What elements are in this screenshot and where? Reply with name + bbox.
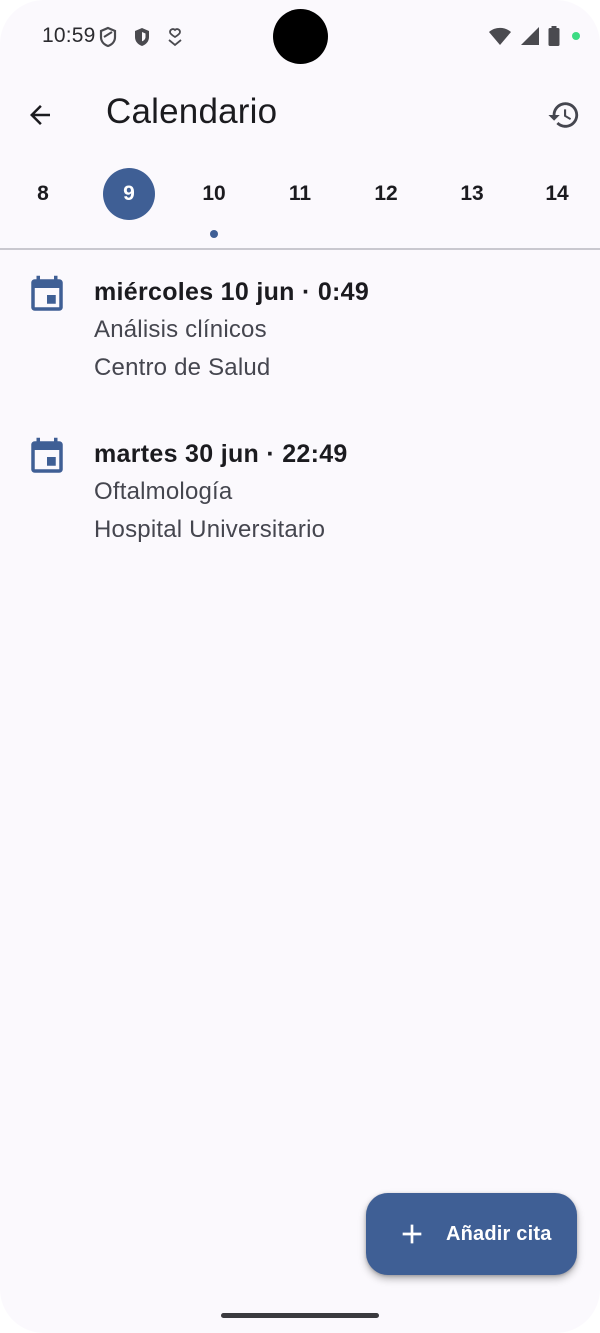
appointment-place: Centro de Salud <box>94 354 271 381</box>
status-bar: 10:59 <box>0 0 600 74</box>
day-label: 12 <box>374 182 398 205</box>
appointment-datetime: miércoles 10 jun · 0:49 <box>94 278 370 306</box>
appointment-item[interactable]: martes 30 jun · 22:49 Oftalmología Hospi… <box>0 424 600 586</box>
appointment-place: Hospital Universitario <box>94 516 326 543</box>
day-10[interactable]: 10 <box>188 168 240 238</box>
location-heart-icon <box>168 28 182 47</box>
status-system-icons <box>488 26 580 46</box>
back-button[interactable] <box>16 91 64 139</box>
appointment-type: Análisis clínicos <box>94 316 267 343</box>
battery-icon <box>548 26 560 46</box>
top-app-bar: Calendario <box>0 74 600 156</box>
shield-outline-icon <box>99 26 117 48</box>
status-time: 10:59 <box>42 24 96 47</box>
arrow-back-icon <box>30 105 50 125</box>
day-label: 10 <box>202 182 226 205</box>
history-button[interactable] <box>540 91 588 139</box>
gesture-navigation-handle[interactable] <box>221 1313 379 1318</box>
appointment-type: Oftalmología <box>94 478 233 505</box>
day-label: 11 <box>288 182 312 205</box>
day-8[interactable]: 8 <box>17 168 69 220</box>
event-indicator-dot <box>210 230 218 238</box>
day-13[interactable]: 13 <box>446 168 498 220</box>
camera-cutout <box>273 9 328 64</box>
date-selector: 8 9 10 11 12 13 14 <box>0 160 600 250</box>
appointment-item[interactable]: miércoles 10 jun · 0:49 Análisis clínico… <box>0 262 600 424</box>
day-label: 8 <box>37 182 49 205</box>
shield-filled-icon <box>135 28 149 46</box>
privacy-indicator-dot <box>572 32 580 40</box>
day-label: 13 <box>460 182 484 205</box>
day-9-selected[interactable]: 9 <box>103 168 155 220</box>
appointment-list: miércoles 10 jun · 0:49 Análisis clínico… <box>0 262 600 586</box>
day-14[interactable]: 14 <box>531 168 583 220</box>
wifi-icon <box>489 27 511 45</box>
calendar-event-icon <box>31 275 63 311</box>
day-12[interactable]: 12 <box>360 168 412 220</box>
app-screen: 10:59 Calendario 8 9 10 11 12 13 14 miér… <box>0 0 600 1333</box>
day-label: 14 <box>545 182 569 205</box>
plus-icon <box>402 1224 422 1244</box>
history-icon <box>548 102 579 128</box>
appointment-datetime: martes 30 jun · 22:49 <box>94 440 348 468</box>
page-title: Calendario <box>106 92 278 131</box>
day-label: 9 <box>123 182 135 205</box>
signal-icon <box>521 27 539 45</box>
calendar-event-icon <box>31 437 63 473</box>
add-appointment-label: Añadir cita <box>446 1222 552 1245</box>
status-notification-icons <box>98 26 184 48</box>
day-11[interactable]: 11 <box>274 168 326 220</box>
add-appointment-button[interactable]: Añadir cita <box>366 1193 577 1275</box>
